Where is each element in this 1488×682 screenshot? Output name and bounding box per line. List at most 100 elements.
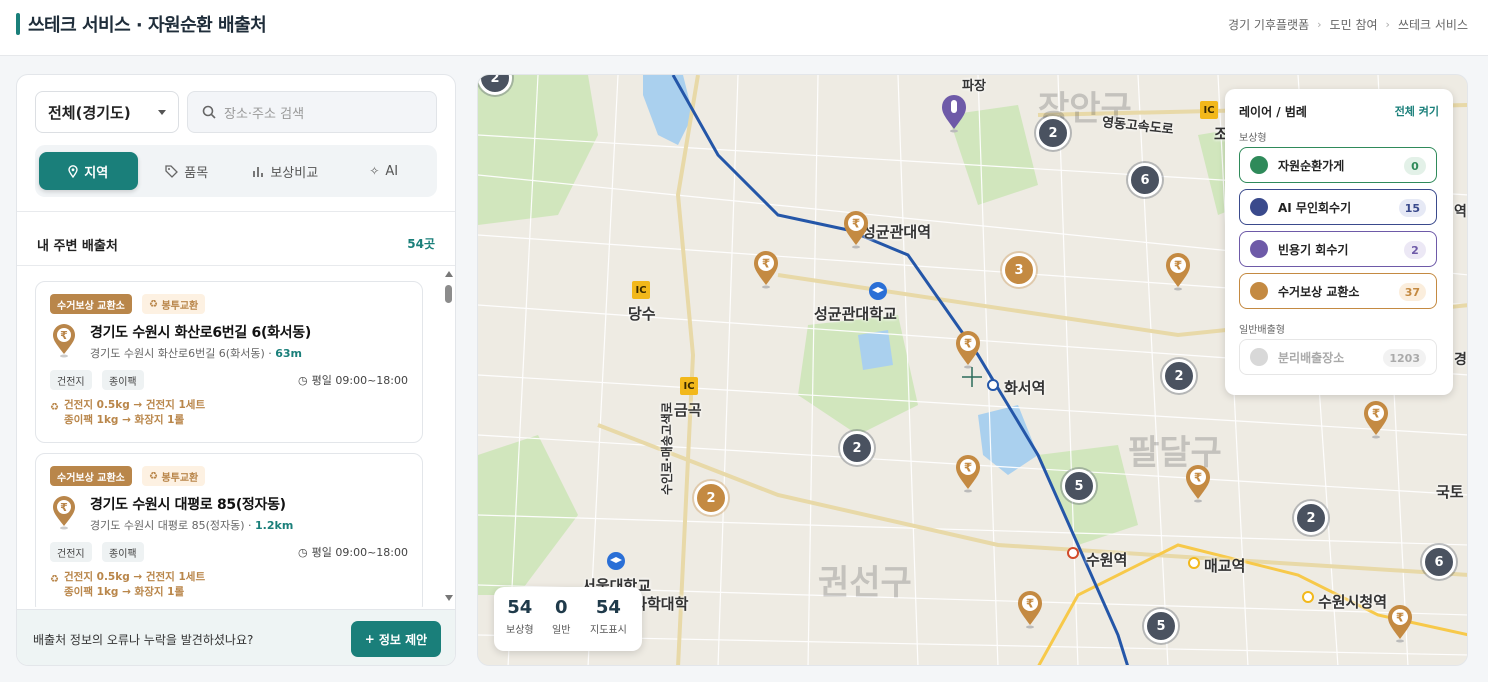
breadcrumb-item-current: 쓰테크 서비스 [1397, 18, 1468, 32]
type-badge: 수거보상 교환소 [50, 294, 132, 314]
scroll-up-arrow-icon[interactable] [445, 271, 453, 277]
card-title: 경기도 수원시 화산로6번길 6(화서동) [90, 325, 311, 341]
exchange-info: ♻ 건전지 0.5kg → 건전지 1세트 종이팩 1kg → 화장지 1롤 [50, 571, 206, 598]
scroll-down-arrow-icon[interactable] [445, 595, 453, 601]
search-input[interactable]: 장소·주소 검색 [187, 91, 437, 133]
exchange-info: ♻ 건전지 0.5kg → 건전지 1세트 종이팩 1kg → 화장지 1롤 [50, 399, 206, 426]
map-cluster[interactable]: 5 [1144, 609, 1178, 643]
exchange-pin-icon[interactable]: ₹ [1184, 465, 1212, 503]
legend-item-ai-collector[interactable]: AI 무인회수기 15 [1239, 189, 1437, 225]
region-select[interactable]: 전체(경기도) [35, 91, 179, 133]
type-badge: 수거보상 교환소 [50, 466, 132, 486]
tab-region[interactable]: 지역 [39, 152, 138, 190]
scroll-thumb[interactable] [445, 285, 452, 303]
legend-item-exchange[interactable]: 수거보상 교환소 37 [1239, 273, 1437, 309]
breadcrumb-item-participation[interactable]: 도민 참여 [1330, 16, 1378, 33]
university-icon [869, 282, 887, 300]
chevron-right-icon: › [1317, 18, 1322, 31]
ic-icon: IC [680, 377, 698, 395]
map-view[interactable]: 장안구 팔달구 권선구 파장 영동고속도로 조원 IC 성균관대역 성균관대학교… [477, 74, 1468, 666]
exchange-pin-icon[interactable]: ₹ [954, 455, 982, 493]
legend-item-bottle-collector[interactable]: 빈용기 회수기 2 [1239, 231, 1437, 267]
exchange-pin-icon[interactable]: ₹ [842, 211, 870, 249]
item-tag: 건전지 [50, 542, 92, 562]
sparkle-icon: ✧ [369, 164, 380, 178]
title-accent [16, 13, 20, 35]
svg-text:₹: ₹ [964, 461, 972, 475]
tab-compare[interactable]: 보상비교 [236, 152, 335, 190]
map-cluster[interactable]: 6 [1128, 163, 1162, 197]
exchange-pin-icon[interactable]: ₹ [1386, 605, 1414, 643]
exchange-pin-icon[interactable]: ₹ [1016, 591, 1044, 629]
map-cluster[interactable]: 2 [694, 481, 728, 515]
list-item[interactable]: 수거보상 교환소 ♻ 봉투교환 ₹ 경기도 수원시 화산로6번길 6(화서동) … [35, 281, 423, 443]
station-marker [987, 379, 999, 391]
map-cluster[interactable]: 2 [1294, 501, 1328, 535]
map-label: 수원역 [1086, 551, 1128, 569]
map-label: 매교역 [1204, 557, 1246, 575]
item-tag: 건전지 [50, 370, 92, 390]
breadcrumb-item-platform[interactable]: 경기 기후플랫폼 [1228, 16, 1309, 33]
svg-text:₹: ₹ [60, 329, 68, 342]
recycle-icon: ♻ [50, 574, 59, 585]
station-marker [1188, 557, 1200, 569]
caret-down-icon [158, 110, 166, 115]
exchange-pin-icon[interactable]: ₹ [1362, 401, 1390, 439]
item-tag: 종이팩 [102, 542, 144, 562]
map-label: 당수 [628, 305, 656, 323]
map-cluster[interactable]: 2 [1162, 359, 1196, 393]
map-label: 파장 [962, 79, 986, 94]
map-cluster[interactable]: 2 [1036, 116, 1070, 150]
exchange-pin-icon: ₹ [53, 324, 75, 358]
legend-item-count: 1203 [1383, 349, 1426, 367]
bag-exchange-badge: ♻ 봉투교환 [142, 466, 206, 486]
map-label: 성균관대역 [862, 223, 932, 241]
exchange-pin-icon[interactable]: ₹ [1164, 253, 1192, 291]
store-icon [1250, 156, 1268, 174]
legend-item-count: 0 [1404, 157, 1426, 175]
ic-icon: IC [632, 281, 650, 299]
exchange-pin-icon[interactable]: ₹ [954, 331, 982, 369]
svg-text:₹: ₹ [852, 217, 860, 231]
map-label: 수원시청역 [1318, 593, 1388, 611]
map-cluster[interactable]: 2 [840, 431, 874, 465]
bag-exchange-badge: ♻ 봉투교환 [142, 294, 206, 314]
map-cluster[interactable]: 6 [1422, 545, 1456, 579]
tag-icon [165, 164, 179, 178]
list-title: 내 주변 배출처 [37, 239, 118, 254]
legend-item-resource-store[interactable]: 자원순환가게 0 [1239, 147, 1437, 183]
tab-item[interactable]: 품목 [138, 152, 237, 190]
toggle-all-button[interactable]: 전체 켜기 [1395, 103, 1439, 119]
map-cluster[interactable]: 3 [1002, 253, 1036, 287]
tab-label: 지역 [84, 165, 109, 181]
legend-item-disposal[interactable]: 분리배출장소 1203 [1239, 339, 1437, 375]
region-select-value: 전체(경기도) [48, 103, 131, 122]
legend-group-label: 일반배출형 [1239, 325, 1285, 336]
list-item[interactable]: 수거보상 교환소 ♻ 봉투교환 ₹ 경기도 수원시 대평로 85(정자동) 경기… [35, 453, 423, 607]
bottle-pin-icon[interactable] [940, 95, 968, 133]
top-bar: 쓰테크 서비스 · 자원순환 배출처 경기 기후플랫폼 › 도민 참여 › 쓰테… [0, 0, 1488, 56]
map-label: 수인로·매송고색로 [660, 402, 674, 495]
recycle-icon: ♻ [50, 402, 59, 413]
card-address: 경기도 수원시 화산로6번길 6(화서동) · 63m [90, 347, 303, 360]
svg-text:₹: ₹ [1372, 407, 1380, 421]
tab-ai[interactable]: ✧ AI [335, 152, 434, 190]
plus-icon: + [364, 632, 375, 646]
exchange-pin-icon[interactable]: ₹ [752, 251, 780, 289]
search-icon [202, 105, 216, 119]
crosshair-icon [962, 367, 982, 387]
station-marker [1302, 591, 1314, 603]
suggest-info-button[interactable]: + 정보 제안 [351, 621, 441, 657]
search-placeholder: 장소·주소 검색 [224, 106, 305, 122]
map-cluster[interactable]: 5 [1062, 469, 1096, 503]
item-tag: 종이팩 [102, 370, 144, 390]
list-count: 54곳 [407, 237, 435, 251]
location-list: 수거보상 교환소 ♻ 봉투교환 ₹ 경기도 수원시 화산로6번길 6(화서동) … [35, 281, 423, 607]
legend-item-count: 15 [1398, 199, 1426, 217]
list-scrollbar[interactable] [445, 271, 453, 601]
ic-icon: IC [1200, 101, 1218, 119]
card-title: 경기도 수원시 대평로 85(정자동) [90, 497, 286, 513]
svg-text:₹: ₹ [1194, 471, 1202, 485]
map-label: 금곡 [674, 401, 702, 419]
stats-card: 54 보상형 0 일반 54 지도표시 [494, 587, 642, 651]
